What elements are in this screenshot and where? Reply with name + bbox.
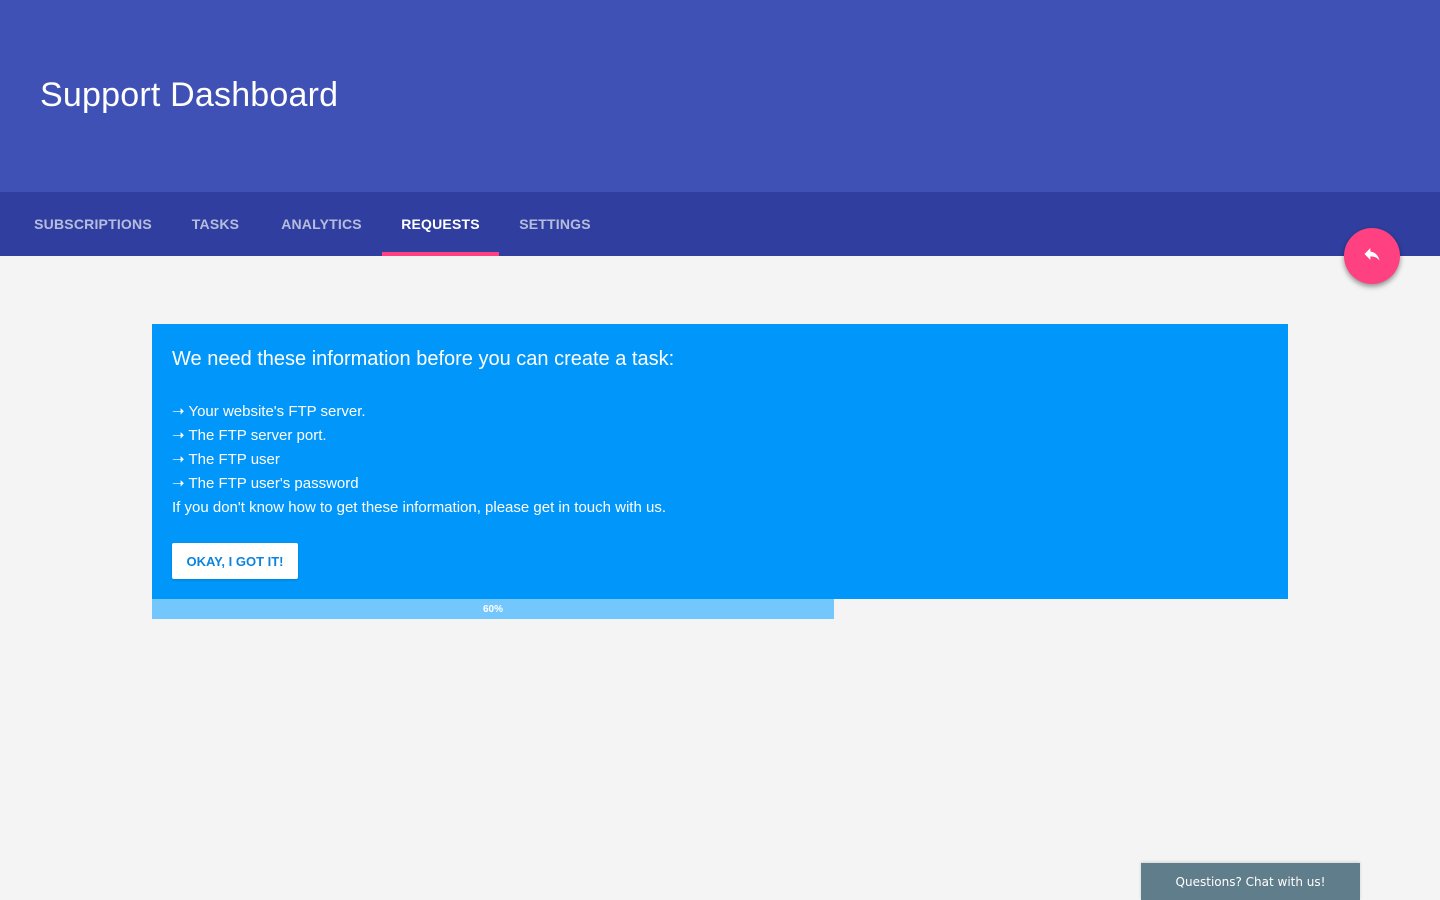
list-item: ➝ Your website's FTP server. [172, 403, 366, 420]
tab-analytics[interactable]: ANALYTICS [281, 192, 361, 256]
app-header: Support Dashboard [0, 0, 1440, 192]
page-title: Support Dashboard [40, 76, 339, 114]
okay-got-it-button[interactable]: OKAY, I GOT IT! [172, 543, 298, 579]
list-item: ➝ The FTP user [172, 451, 280, 468]
active-tab-indicator [382, 252, 499, 256]
help-note: If you don't know how to get these infor… [172, 499, 666, 516]
tab-tasks[interactable]: TASKS [192, 192, 239, 256]
tab-requests[interactable]: REQUESTS [382, 192, 499, 256]
list-item: ➝ The FTP server port. [172, 427, 327, 444]
reply-icon [1362, 244, 1382, 269]
tab-settings[interactable]: SETTINGS [519, 192, 590, 256]
tab-bar: SUBSCRIPTIONS TASKS ANALYTICS REQUESTS S… [0, 192, 1440, 256]
tab-subscriptions[interactable]: SUBSCRIPTIONS [34, 192, 152, 256]
reply-fab-button[interactable] [1344, 228, 1400, 284]
requirements-list: ➝ Your website's FTP server. ➝ The FTP s… [172, 400, 366, 496]
progress-label: 60% [482, 603, 503, 615]
progress-bar: 60% [152, 599, 1288, 619]
chat-button[interactable]: Questions? Chat with us! [1141, 863, 1360, 900]
card-title: We need these information before you can… [172, 348, 675, 370]
progress-fill: 60% [152, 599, 834, 619]
list-item: ➝ The FTP user's password [172, 475, 359, 492]
ftp-info-card: We need these information before you can… [152, 324, 1288, 599]
